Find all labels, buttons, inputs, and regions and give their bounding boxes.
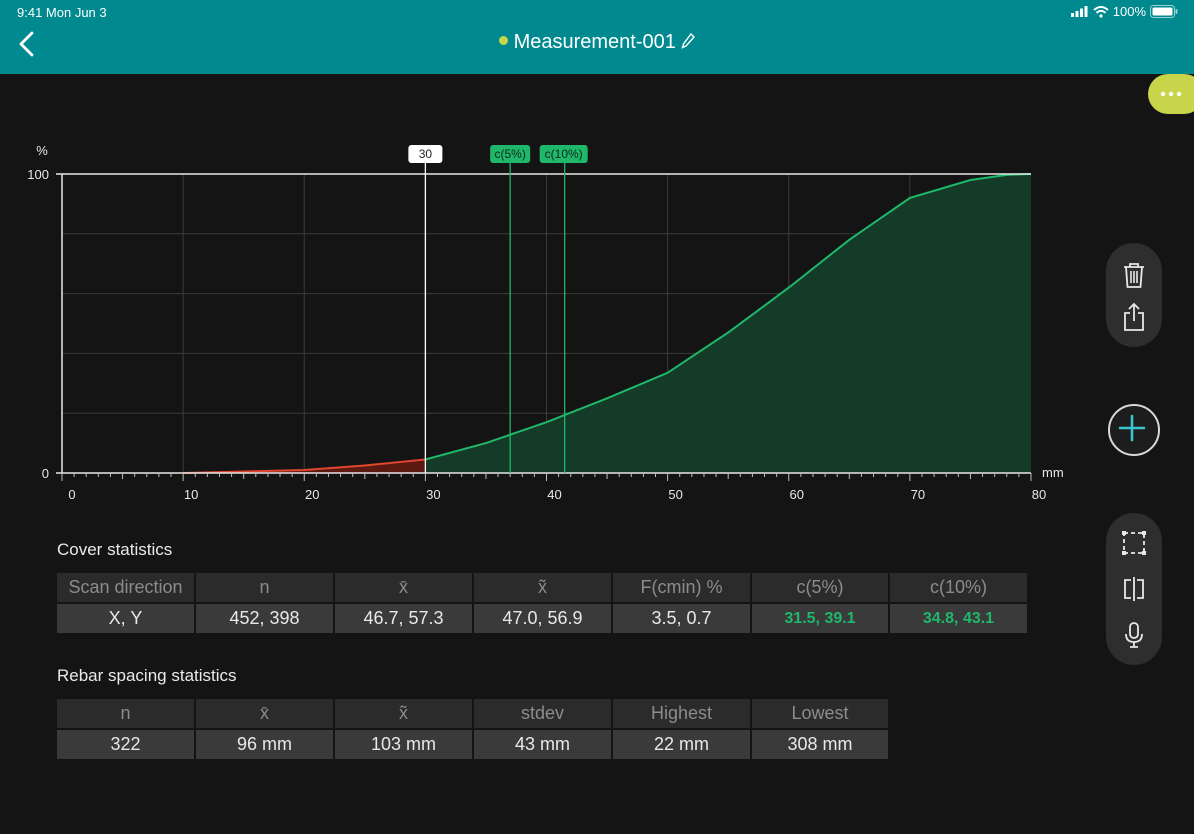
table-cell: 322 [57, 730, 194, 759]
column-header: F(cmin) % [613, 573, 750, 602]
c10-marker-label: c(10%) [545, 147, 583, 161]
page-title: Measurement-001 [513, 31, 676, 53]
table-cell: 103 mm [335, 730, 472, 759]
split-view-icon [1124, 577, 1144, 601]
cover-distribution-chart: 0 10 20 30 40 50 60 70 80 100 0% mm 30 c(5%) c(10%) [27, 143, 1064, 502]
table-header-row: n x̄ x̃ stdev Highest Lowest [57, 699, 888, 728]
column-header: Lowest [752, 699, 888, 728]
column-header: x̃ [474, 573, 611, 602]
edit-pencil-icon[interactable] [681, 32, 696, 49]
selection-button[interactable] [1118, 527, 1150, 559]
column-header: n [196, 573, 333, 602]
table-cell: 43 mm [474, 730, 611, 759]
column-header: x̄ [335, 573, 472, 602]
area-fill-above-cmin [425, 174, 1031, 473]
title-area[interactable]: Measurement-001 [0, 31, 1194, 54]
x-tick-label: 20 [305, 487, 319, 502]
cmin-marker-label: 30 [419, 147, 433, 161]
x-tick-label: 40 [547, 487, 561, 502]
more-button[interactable] [1148, 74, 1194, 114]
y-tick-label: 0 [42, 466, 49, 481]
voice-note-button[interactable] [1118, 619, 1150, 651]
wifi-icon [1093, 5, 1109, 18]
cellular-signal-icon [1070, 6, 1088, 17]
microphone-icon [1125, 622, 1143, 648]
cover-statistics-title: Cover statistics [57, 540, 173, 559]
x-tick-label: 30 [426, 487, 440, 502]
table-cell: 31.5, 39.1 [752, 604, 888, 633]
table-cell: 3.5, 0.7 [613, 604, 750, 633]
y-unit-label: % [36, 143, 48, 158]
table-cell: 34.8, 43.1 [890, 604, 1027, 633]
column-header: c(10%) [890, 573, 1027, 602]
x-tick-label: 70 [911, 487, 925, 502]
x-tick-label: 0 [68, 487, 75, 502]
add-button[interactable] [1108, 404, 1160, 456]
rebar-statistics-title: Rebar spacing statistics [57, 666, 237, 685]
battery-percent: 100% [1112, 4, 1146, 19]
status-dot [498, 36, 508, 45]
table-cell: X, Y [57, 604, 194, 633]
table-cell: 47.0, 56.9 [474, 604, 611, 633]
column-header: c(5%) [752, 573, 888, 602]
c5-marker-label: c(5%) [494, 147, 525, 161]
x-tick-label: 10 [184, 487, 198, 502]
battery-icon [1150, 5, 1178, 18]
x-tick-label: 50 [668, 487, 682, 502]
more-icon [1160, 91, 1182, 97]
tools-group [1106, 513, 1162, 665]
table-cell: 308 mm [752, 730, 888, 759]
column-header: x̃ [335, 699, 472, 728]
column-header: stdev [474, 699, 611, 728]
x-tick-label: 80 [1032, 487, 1046, 502]
x-tick-label: 60 [790, 487, 804, 502]
share-icon [1124, 302, 1144, 331]
column-header: Highest [613, 699, 750, 728]
share-button[interactable] [1118, 301, 1150, 333]
trash-icon [1124, 263, 1144, 288]
selection-icon [1122, 531, 1146, 555]
x-unit-label: mm [1042, 465, 1064, 480]
y-tick-label: 100 [27, 167, 49, 182]
column-header: Scan direction [57, 573, 194, 602]
delete-button[interactable] [1118, 259, 1150, 291]
column-header: n [57, 699, 194, 728]
table-cell: 46.7, 57.3 [335, 604, 472, 633]
rebar-statistics-table: n x̄ x̃ stdev Highest Lowest 322 96 mm 1… [55, 697, 890, 761]
status-indicators: 100% [1070, 4, 1178, 19]
split-view-button[interactable] [1118, 573, 1150, 605]
top-bar: 9:41 Mon Jun 3 100% Measurement-001 [0, 0, 1194, 74]
add-icon [1118, 414, 1146, 442]
table-cell: 96 mm [196, 730, 333, 759]
table-row: 322 96 mm 103 mm 43 mm 22 mm 308 mm [57, 730, 888, 759]
table-header-row: Scan direction n x̄ x̃ F(cmin) % c(5%) c… [57, 573, 1027, 602]
cover-statistics-table: Scan direction n x̄ x̃ F(cmin) % c(5%) c… [55, 571, 1029, 635]
table-row: X, Y 452, 398 46.7, 57.3 47.0, 56.9 3.5,… [57, 604, 1027, 633]
file-actions-group [1106, 243, 1162, 347]
table-cell: 22 mm [613, 730, 750, 759]
status-time: 9:41 Mon Jun 3 [17, 5, 107, 20]
table-cell: 452, 398 [196, 604, 333, 633]
column-header: x̄ [196, 699, 333, 728]
